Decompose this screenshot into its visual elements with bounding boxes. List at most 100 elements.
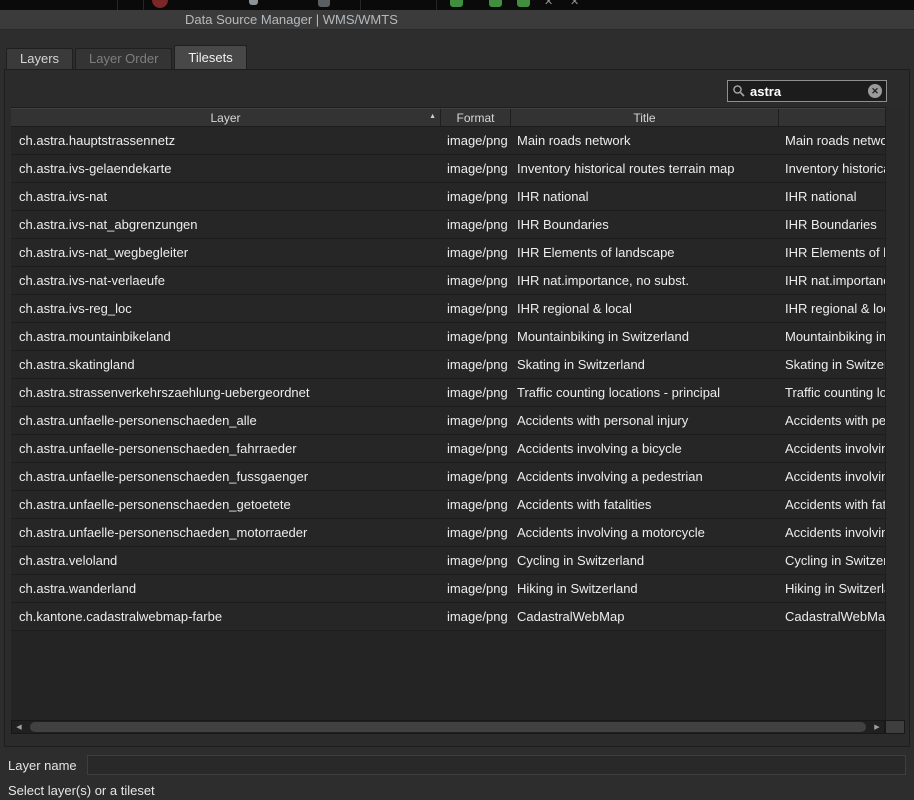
cell-abstract: IHR national — [779, 189, 885, 204]
cell-format: image/png — [441, 273, 511, 288]
vertical-scrollbar[interactable] — [885, 107, 905, 720]
cell-title: IHR Elements of landscape — [511, 245, 779, 260]
cell-layer: ch.astra.wanderland — [11, 581, 441, 596]
table-row[interactable]: ch.astra.unfaelle-personenschaeden_alle … — [11, 407, 885, 435]
cell-title: Inventory historical routes terrain map — [511, 161, 779, 176]
table-row[interactable]: ch.astra.ivs-reg_loc image/png IHR regio… — [11, 295, 885, 323]
toolbar-separator — [436, 0, 437, 10]
cell-title: Accidents involving a pedestrian — [511, 469, 779, 484]
horizontal-scrollbar[interactable]: ◀ ▶ — [11, 720, 885, 734]
table-row[interactable]: ch.astra.ivs-nat_abgrenzungen image/png … — [11, 211, 885, 239]
cell-title: Accidents involving a bicycle — [511, 441, 779, 456]
scrollbar-track[interactable] — [26, 721, 870, 733]
cell-abstract: Inventory historical routes terrain map — [779, 161, 885, 176]
cell-format: image/png — [441, 217, 511, 232]
column-header-layer[interactable]: Layer ▲ — [11, 109, 441, 126]
table-row[interactable]: ch.astra.unfaelle-personenschaeden_fussg… — [11, 463, 885, 491]
cell-layer: ch.astra.unfaelle-personenschaeden_getoe… — [11, 497, 441, 512]
cell-format: image/png — [441, 301, 511, 316]
qgis-data-source-manager: ✕ ✕ Data Source Manager | WMS/WMTS Layer… — [0, 0, 914, 800]
toolbar-separator — [143, 0, 144, 10]
scrollbar-thumb[interactable] — [30, 722, 866, 732]
table-row[interactable]: ch.astra.wanderland image/png Hiking in … — [11, 575, 885, 603]
cell-layer: ch.astra.unfaelle-personenschaeden_fahrr… — [11, 441, 441, 456]
table-row[interactable]: ch.astra.ivs-nat-verlaeufe image/png IHR… — [11, 267, 885, 295]
cell-abstract: Accidents involving a bicycle — [779, 441, 885, 456]
table-row[interactable]: ch.astra.ivs-gelaendekarte image/png Inv… — [11, 155, 885, 183]
cell-title: Cycling in Switzerland — [511, 553, 779, 568]
scroll-left-arrow-icon[interactable]: ◀ — [12, 721, 26, 733]
cell-title: CadastralWebMap — [511, 609, 779, 624]
cell-abstract: Accidents with personal injury — [779, 413, 885, 428]
cell-title: Main roads network — [511, 133, 779, 148]
cell-format: image/png — [441, 553, 511, 568]
cell-layer: ch.astra.strassenverkehrszaehlung-ueberg… — [11, 385, 441, 400]
red-toolbar-icon — [152, 0, 168, 8]
cell-layer: ch.astra.ivs-nat-verlaeufe — [11, 273, 441, 288]
cell-format: image/png — [441, 245, 511, 260]
clear-search-icon[interactable]: ✕ — [868, 84, 882, 98]
green-toolbar-icon — [517, 0, 530, 7]
status-text: Select layer(s) or a tileset — [8, 783, 914, 798]
column-header-format[interactable]: Format — [441, 109, 511, 126]
table-row[interactable]: ch.astra.unfaelle-personenschaeden_fahrr… — [11, 435, 885, 463]
cell-format: image/png — [441, 525, 511, 540]
layer-name-row: Layer name — [8, 755, 906, 775]
tab-layers[interactable]: Layers — [6, 48, 73, 69]
cell-abstract: IHR Boundaries — [779, 217, 885, 232]
dialog-titlebar[interactable]: Data Source Manager | WMS/WMTS — [0, 10, 914, 30]
cell-format: image/png — [441, 161, 511, 176]
column-header-title[interactable]: Title — [511, 109, 779, 126]
table-row[interactable]: ch.astra.unfaelle-personenschaeden_motor… — [11, 519, 885, 547]
column-header-label: Layer — [210, 111, 240, 125]
green-toolbar-icon — [489, 0, 502, 7]
cell-layer: ch.astra.unfaelle-personenschaeden_motor… — [11, 525, 441, 540]
layer-name-input[interactable] — [87, 755, 906, 775]
cell-abstract: Main roads network — [779, 133, 885, 148]
cell-format: image/png — [441, 189, 511, 204]
scroll-right-arrow-icon[interactable]: ▶ — [870, 721, 884, 733]
table-row[interactable]: ch.astra.unfaelle-personenschaeden_getoe… — [11, 491, 885, 519]
cell-abstract: IHR regional & local — [779, 301, 885, 316]
layer-name-label: Layer name — [8, 758, 77, 773]
search-input[interactable] — [746, 84, 868, 99]
toolbar-icon — [318, 0, 330, 7]
cell-format: image/png — [441, 497, 511, 512]
table-row[interactable]: ch.kantone.cadastralwebmap-farbe image/p… — [11, 603, 885, 631]
cell-layer: ch.astra.ivs-gelaendekarte — [11, 161, 441, 176]
cell-format: image/png — [441, 413, 511, 428]
cell-abstract: CadastralWebMap — [779, 609, 885, 624]
cell-format: image/png — [441, 357, 511, 372]
cell-layer: ch.astra.ivs-reg_loc — [11, 301, 441, 316]
x-toolbar-icon: ✕ — [570, 0, 579, 8]
cell-layer: ch.astra.hauptstrassennetz — [11, 133, 441, 148]
table-row[interactable]: ch.astra.strassenverkehrszaehlung-ueberg… — [11, 379, 885, 407]
column-header-abstract[interactable] — [779, 109, 885, 126]
cell-abstract: Hiking in Switzerland — [779, 581, 885, 596]
scrollbar-corner — [885, 720, 905, 734]
cell-title: Traffic counting locations - principal — [511, 385, 779, 400]
cell-abstract: Accidents involving a motorcycle — [779, 525, 885, 540]
cell-title: Accidents involving a motorcycle — [511, 525, 779, 540]
table-row[interactable]: ch.astra.skatingland image/png Skating i… — [11, 351, 885, 379]
cell-abstract: IHR Elements of landscape — [779, 245, 885, 260]
cell-abstract: Traffic counting locations - principal — [779, 385, 885, 400]
table-row[interactable]: ch.astra.veloland image/png Cycling in S… — [11, 547, 885, 575]
cell-title: Skating in Switzerland — [511, 357, 779, 372]
green-toolbar-icon — [450, 0, 463, 7]
tab-tilesets[interactable]: Tilesets — [174, 45, 246, 69]
cell-title: IHR regional & local — [511, 301, 779, 316]
cell-title: Hiking in Switzerland — [511, 581, 779, 596]
table-row[interactable]: ch.astra.mountainbikeland image/png Moun… — [11, 323, 885, 351]
toolbar-separator — [117, 0, 118, 10]
table-row[interactable]: ch.astra.ivs-nat image/png IHR national … — [11, 183, 885, 211]
search-icon — [732, 84, 746, 98]
cell-format: image/png — [441, 385, 511, 400]
cell-abstract: Cycling in Switzerland — [779, 553, 885, 568]
cell-title: Mountainbiking in Switzerland — [511, 329, 779, 344]
table-row[interactable]: ch.astra.ivs-nat_wegbegleiter image/png … — [11, 239, 885, 267]
table-row[interactable]: ch.astra.hauptstrassennetz image/png Mai… — [11, 127, 885, 155]
cell-format: image/png — [441, 329, 511, 344]
cell-layer: ch.kantone.cadastralwebmap-farbe — [11, 609, 441, 624]
cell-title: IHR national — [511, 189, 779, 204]
